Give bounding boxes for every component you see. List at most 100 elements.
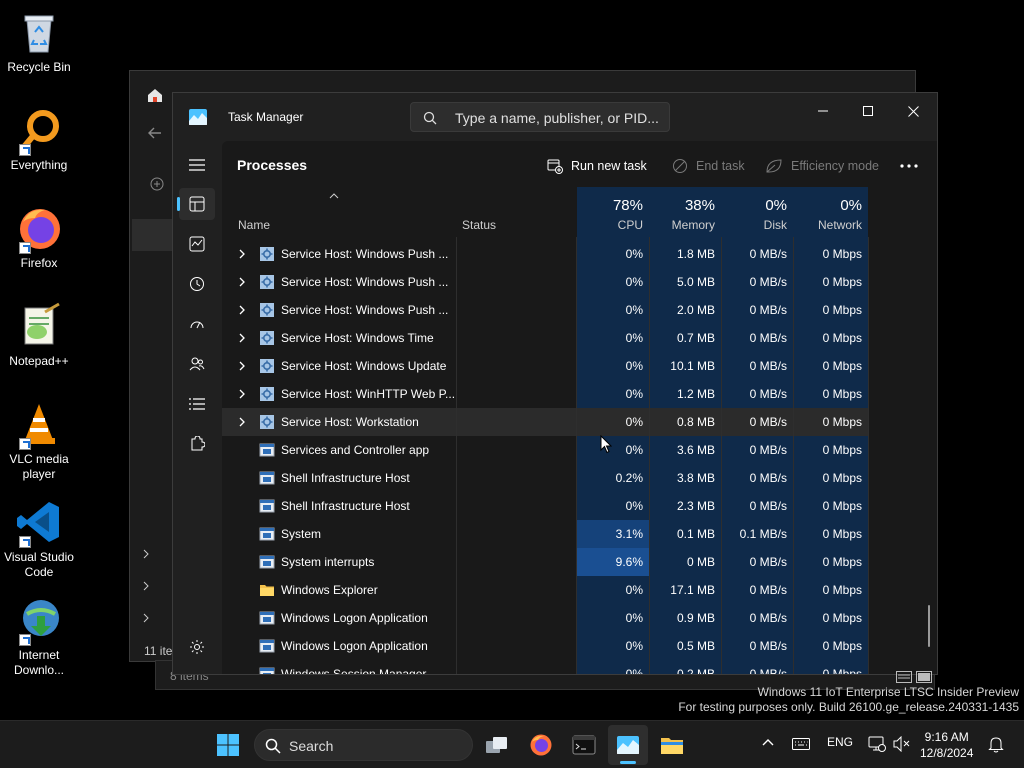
- table-row[interactable]: Service Host: Windows Push ... 0% 2.0 MB 0 …: [222, 296, 868, 324]
- chevron-right-icon[interactable]: [142, 549, 150, 559]
- column-header-status[interactable]: Status: [456, 187, 576, 237]
- task-manager-window[interactable]: Task Manager Type a name, publisher, or …: [172, 92, 938, 675]
- process-table: Service Host: Windows Push ... 0% 1.8 MB 0 …: [222, 187, 937, 674]
- network-total-percent: 0%: [840, 197, 862, 214]
- nav-home-item[interactable]: [132, 219, 172, 251]
- table-row[interactable]: Windows Logon Application 0% 0.5 MB 0 MB/s 0…: [222, 632, 868, 660]
- table-row[interactable]: Service Host: Workstation 0% 0.8 MB 0 MB/s 0…: [222, 408, 868, 436]
- folder-icon: [260, 585, 274, 596]
- column-header-network[interactable]: 0% Network: [793, 187, 868, 237]
- process-name: Service Host: Windows Push ...: [281, 247, 449, 261]
- nav-services[interactable]: [179, 428, 215, 460]
- process-name: Service Host: Windows Push ...: [281, 275, 449, 289]
- keyboard-button[interactable]: [792, 738, 810, 753]
- nav-startup-apps[interactable]: [179, 308, 215, 340]
- table-row[interactable]: Service Host: Windows Push ... 0% 5.0 MB 0 …: [222, 268, 868, 296]
- column-separator: [456, 187, 457, 674]
- nav-settings[interactable]: [179, 631, 215, 663]
- title-bar[interactable]: Task Manager: [173, 93, 937, 141]
- disk-value: 0 MB/s: [749, 639, 787, 653]
- column-header-memory[interactable]: 38% Memory: [649, 187, 721, 237]
- column-header-label: Status: [462, 218, 497, 232]
- desktop-icon-recycle-bin[interactable]: Recycle Bin: [0, 8, 78, 75]
- desktop-icon-label: Recycle Bin: [7, 60, 71, 74]
- table-row[interactable]: Service Host: Windows Push ... 0% 1.8 MB 0 …: [222, 240, 868, 268]
- table-row[interactable]: Windows Logon Application 0% 0.9 MB 0 MB/s 0…: [222, 604, 868, 632]
- nav-app-history[interactable]: [179, 268, 215, 300]
- desktop-icon-vlc[interactable]: VLC media player: [0, 400, 78, 482]
- column-header-cpu[interactable]: 78% CPU: [577, 187, 649, 237]
- desktop-icon-everything[interactable]: Everything: [0, 106, 78, 173]
- column-header-disk[interactable]: 0% Disk: [721, 187, 793, 237]
- table-row[interactable]: Service Host: Windows Time 0% 0.7 MB 0 MB/s…: [222, 324, 868, 352]
- cpu-total-percent: 78%: [612, 197, 643, 214]
- table-row[interactable]: Windows Explorer 0% 17.1 MB 0 MB/s 0 Mbps: [222, 576, 868, 604]
- search-box[interactable]: [410, 102, 670, 132]
- shortcut-arrow-icon: [19, 634, 31, 646]
- taskbar-terminal[interactable]: [564, 725, 604, 765]
- table-row[interactable]: Service Host: WinHTTP Web P... 0% 1.2 MB 0 …: [222, 380, 868, 408]
- new-plus-icon[interactable]: [150, 177, 164, 191]
- taskbar-task-manager[interactable]: [608, 725, 648, 765]
- chevron-right-icon[interactable]: [238, 332, 246, 344]
- chevron-right-icon[interactable]: [238, 360, 246, 372]
- nav-details[interactable]: [179, 388, 215, 420]
- start-button[interactable]: [208, 725, 248, 765]
- end-task-button[interactable]: End task: [672, 153, 745, 179]
- notifications-button[interactable]: [988, 736, 1004, 756]
- table-row[interactable]: Services and Controller app 0% 3.6 MB 0 MB/…: [222, 436, 868, 464]
- chevron-right-icon[interactable]: [238, 388, 246, 400]
- efficiency-mode-button[interactable]: Efficiency mode: [765, 153, 879, 179]
- table-row[interactable]: System 3.1% 0.1 MB 0.1 MB/s 0 Mbps: [222, 520, 868, 548]
- network-value: 0 Mbps: [822, 583, 862, 597]
- input-language[interactable]: ENG: [827, 735, 853, 749]
- table-row[interactable]: Shell Infrastructure Host 0.2% 3.8 MB 0 MB/…: [222, 464, 868, 492]
- volume-button[interactable]: [893, 735, 911, 755]
- nav-users[interactable]: [179, 348, 215, 380]
- show-hidden-icons-button[interactable]: [762, 735, 774, 749]
- taskbar-file-explorer[interactable]: [652, 725, 692, 765]
- tiles-view-icon[interactable]: [916, 671, 932, 683]
- desktop-icon-notepadpp[interactable]: Notepad++: [0, 302, 78, 369]
- table-row[interactable]: System interrupts 9.6% 0 MB 0 MB/s 0 Mbps: [222, 548, 868, 576]
- search-input[interactable]: [455, 108, 660, 128]
- chevron-right-icon[interactable]: [142, 613, 150, 623]
- run-new-task-button[interactable]: Run new task: [547, 153, 647, 179]
- task-view-button[interactable]: [477, 725, 517, 765]
- desktop-icon-vscode[interactable]: Visual Studio Code: [0, 498, 78, 580]
- close-button[interactable]: [891, 97, 935, 125]
- desktop-icon-idm[interactable]: Internet Downlo...: [0, 596, 78, 678]
- taskbar-clock[interactable]: 9:16 AM 12/8/2024: [920, 729, 973, 761]
- chevron-right-icon[interactable]: [238, 276, 246, 288]
- memory-value: 1.2 MB: [676, 387, 715, 401]
- shortcut-arrow-icon: [19, 438, 31, 450]
- cpu-value: 0%: [625, 611, 643, 625]
- process-name: Shell Infrastructure Host: [281, 499, 410, 513]
- nav-processes[interactable]: [177, 188, 215, 220]
- taskbar-search-box[interactable]: Search: [254, 729, 473, 761]
- window-app-icon: [259, 555, 275, 569]
- more-options-button[interactable]: [900, 153, 926, 179]
- chevron-right-icon[interactable]: [238, 416, 246, 428]
- table-row[interactable]: Shell Infrastructure Host 0% 2.3 MB 0 MB/s 0…: [222, 492, 868, 520]
- minimize-button[interactable]: [801, 97, 845, 125]
- details-view-icon[interactable]: [896, 671, 912, 683]
- hamburger-menu-button[interactable]: [179, 149, 215, 181]
- column-header-name[interactable]: Name: [222, 187, 456, 237]
- shortcut-arrow-icon: [19, 536, 31, 548]
- chevron-right-icon[interactable]: [142, 581, 150, 591]
- taskbar-firefox[interactable]: [521, 725, 561, 765]
- table-row[interactable]: Service Host: Windows Update 0% 10.1 MB 0 M…: [222, 352, 868, 380]
- memory-value: 3.8 MB: [676, 471, 715, 485]
- back-arrow-icon[interactable]: [148, 127, 162, 139]
- service-host-gear-icon: [260, 415, 274, 429]
- nav-performance[interactable]: [179, 228, 215, 260]
- vertical-scrollbar-thumb[interactable]: [928, 605, 930, 647]
- table-row[interactable]: Windows Session Manager 0% 0.2 MB 0 MB/s 0 M…: [222, 660, 868, 674]
- chevron-right-icon[interactable]: [238, 248, 246, 260]
- chevron-right-icon[interactable]: [238, 304, 246, 316]
- desktop-icon-firefox[interactable]: Firefox: [0, 204, 78, 271]
- maximize-button[interactable]: [846, 97, 890, 125]
- cpu-value: 0%: [625, 499, 643, 513]
- network-status-button[interactable]: [868, 736, 886, 755]
